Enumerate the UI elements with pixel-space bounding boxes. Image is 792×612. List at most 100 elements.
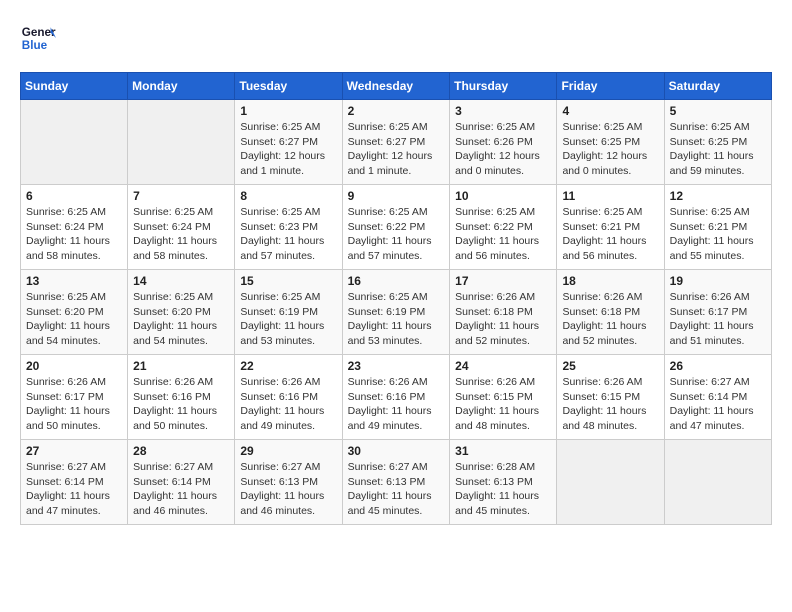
day-info: Sunrise: 6:25 AM Sunset: 6:27 PM Dayligh… bbox=[240, 120, 336, 179]
day-number: 1 bbox=[240, 104, 336, 118]
day-number: 12 bbox=[670, 189, 766, 203]
calendar-cell: 27 Sunrise: 6:27 AM Sunset: 6:14 PM Dayli… bbox=[21, 440, 128, 525]
day-info: Sunrise: 6:25 AM Sunset: 6:20 PM Dayligh… bbox=[26, 290, 122, 349]
calendar-cell bbox=[557, 440, 664, 525]
calendar-cell: 15 Sunrise: 6:25 AM Sunset: 6:19 PM Dayli… bbox=[235, 270, 342, 355]
day-info: Sunrise: 6:25 AM Sunset: 6:20 PM Dayligh… bbox=[133, 290, 229, 349]
weekday-header-sunday: Sunday bbox=[21, 73, 128, 100]
calendar-cell: 24 Sunrise: 6:26 AM Sunset: 6:15 PM Dayli… bbox=[450, 355, 557, 440]
day-info: Sunrise: 6:25 AM Sunset: 6:27 PM Dayligh… bbox=[348, 120, 445, 179]
calendar-cell: 5 Sunrise: 6:25 AM Sunset: 6:25 PM Daylig… bbox=[664, 100, 771, 185]
day-info: Sunrise: 6:26 AM Sunset: 6:18 PM Dayligh… bbox=[455, 290, 551, 349]
weekday-header-monday: Monday bbox=[128, 73, 235, 100]
day-info: Sunrise: 6:26 AM Sunset: 6:16 PM Dayligh… bbox=[240, 375, 336, 434]
day-number: 19 bbox=[670, 274, 766, 288]
weekday-header-friday: Friday bbox=[557, 73, 664, 100]
day-number: 28 bbox=[133, 444, 229, 458]
calendar-cell: 14 Sunrise: 6:25 AM Sunset: 6:20 PM Dayli… bbox=[128, 270, 235, 355]
day-info: Sunrise: 6:28 AM Sunset: 6:13 PM Dayligh… bbox=[455, 460, 551, 519]
calendar-cell: 3Sunrise: 6:25 AM Sunset: 6:26 PM Daylig… bbox=[450, 100, 557, 185]
weekday-header-tuesday: Tuesday bbox=[235, 73, 342, 100]
day-number: 29 bbox=[240, 444, 336, 458]
calendar-cell: 11 Sunrise: 6:25 AM Sunset: 6:21 PM Dayli… bbox=[557, 185, 664, 270]
calendar-cell: 6Sunrise: 6:25 AM Sunset: 6:24 PM Daylig… bbox=[21, 185, 128, 270]
calendar-cell: 19Sunrise: 6:26 AM Sunset: 6:17 PM Dayli… bbox=[664, 270, 771, 355]
day-info: Sunrise: 6:26 AM Sunset: 6:18 PM Dayligh… bbox=[562, 290, 658, 349]
page-header: General Blue bbox=[20, 20, 772, 56]
calendar-cell: 4Sunrise: 6:25 AM Sunset: 6:25 PM Daylig… bbox=[557, 100, 664, 185]
calendar-cell: 18 Sunrise: 6:26 AM Sunset: 6:18 PM Dayli… bbox=[557, 270, 664, 355]
day-number: 2 bbox=[348, 104, 445, 118]
day-info: Sunrise: 6:26 AM Sunset: 6:16 PM Dayligh… bbox=[348, 375, 445, 434]
day-info: Sunrise: 6:27 AM Sunset: 6:14 PM Dayligh… bbox=[26, 460, 122, 519]
calendar-week-5: 27 Sunrise: 6:27 AM Sunset: 6:14 PM Dayli… bbox=[21, 440, 772, 525]
day-number: 27 bbox=[26, 444, 122, 458]
day-number: 31 bbox=[455, 444, 551, 458]
weekday-header-saturday: Saturday bbox=[664, 73, 771, 100]
day-info: Sunrise: 6:25 AM Sunset: 6:22 PM Dayligh… bbox=[348, 205, 445, 264]
day-number: 30 bbox=[348, 444, 445, 458]
day-info: Sunrise: 6:26 AM Sunset: 6:15 PM Dayligh… bbox=[455, 375, 551, 434]
calendar-week-4: 20 Sunrise: 6:26 AM Sunset: 6:17 PM Dayli… bbox=[21, 355, 772, 440]
calendar-week-1: 1 Sunrise: 6:25 AM Sunset: 6:27 PM Daylig… bbox=[21, 100, 772, 185]
calendar-cell: 17 Sunrise: 6:26 AM Sunset: 6:18 PM Dayli… bbox=[450, 270, 557, 355]
day-number: 22 bbox=[240, 359, 336, 373]
day-number: 26 bbox=[670, 359, 766, 373]
calendar-week-2: 6Sunrise: 6:25 AM Sunset: 6:24 PM Daylig… bbox=[21, 185, 772, 270]
calendar-cell: 30 Sunrise: 6:27 AM Sunset: 6:13 PM Dayli… bbox=[342, 440, 450, 525]
day-number: 6 bbox=[26, 189, 122, 203]
calendar-cell: 23 Sunrise: 6:26 AM Sunset: 6:16 PM Dayli… bbox=[342, 355, 450, 440]
day-number: 13 bbox=[26, 274, 122, 288]
day-number: 14 bbox=[133, 274, 229, 288]
calendar-cell: 1 Sunrise: 6:25 AM Sunset: 6:27 PM Daylig… bbox=[235, 100, 342, 185]
day-info: Sunrise: 6:27 AM Sunset: 6:13 PM Dayligh… bbox=[240, 460, 336, 519]
day-info: Sunrise: 6:27 AM Sunset: 6:14 PM Dayligh… bbox=[133, 460, 229, 519]
calendar-cell: 31 Sunrise: 6:28 AM Sunset: 6:13 PM Dayli… bbox=[450, 440, 557, 525]
day-info: Sunrise: 6:25 AM Sunset: 6:25 PM Dayligh… bbox=[670, 120, 766, 179]
day-number: 21 bbox=[133, 359, 229, 373]
day-info: Sunrise: 6:25 AM Sunset: 6:19 PM Dayligh… bbox=[348, 290, 445, 349]
day-number: 10 bbox=[455, 189, 551, 203]
calendar-table: SundayMondayTuesdayWednesdayThursdayFrid… bbox=[20, 72, 772, 525]
day-info: Sunrise: 6:25 AM Sunset: 6:21 PM Dayligh… bbox=[670, 205, 766, 264]
calendar-cell: 7Sunrise: 6:25 AM Sunset: 6:24 PM Daylig… bbox=[128, 185, 235, 270]
day-number: 16 bbox=[348, 274, 445, 288]
calendar-cell: 12 Sunrise: 6:25 AM Sunset: 6:21 PM Dayli… bbox=[664, 185, 771, 270]
day-info: Sunrise: 6:25 AM Sunset: 6:21 PM Dayligh… bbox=[562, 205, 658, 264]
day-number: 15 bbox=[240, 274, 336, 288]
day-number: 3 bbox=[455, 104, 551, 118]
calendar-cell: 29 Sunrise: 6:27 AM Sunset: 6:13 PM Dayli… bbox=[235, 440, 342, 525]
weekday-header-thursday: Thursday bbox=[450, 73, 557, 100]
calendar-cell: 9 Sunrise: 6:25 AM Sunset: 6:22 PM Daylig… bbox=[342, 185, 450, 270]
day-number: 11 bbox=[562, 189, 658, 203]
day-number: 9 bbox=[348, 189, 445, 203]
calendar-cell: 25 Sunrise: 6:26 AM Sunset: 6:15 PM Dayli… bbox=[557, 355, 664, 440]
day-number: 18 bbox=[562, 274, 658, 288]
calendar-cell bbox=[664, 440, 771, 525]
logo: General Blue bbox=[20, 20, 60, 56]
calendar-cell: 16 Sunrise: 6:25 AM Sunset: 6:19 PM Dayli… bbox=[342, 270, 450, 355]
day-number: 20 bbox=[26, 359, 122, 373]
day-info: Sunrise: 6:25 AM Sunset: 6:22 PM Dayligh… bbox=[455, 205, 551, 264]
day-number: 24 bbox=[455, 359, 551, 373]
day-info: Sunrise: 6:27 AM Sunset: 6:14 PM Dayligh… bbox=[670, 375, 766, 434]
day-info: Sunrise: 6:26 AM Sunset: 6:17 PM Dayligh… bbox=[26, 375, 122, 434]
day-info: Sunrise: 6:25 AM Sunset: 6:23 PM Dayligh… bbox=[240, 205, 336, 264]
day-info: Sunrise: 6:25 AM Sunset: 6:19 PM Dayligh… bbox=[240, 290, 336, 349]
calendar-cell: 28 Sunrise: 6:27 AM Sunset: 6:14 PM Dayli… bbox=[128, 440, 235, 525]
day-number: 23 bbox=[348, 359, 445, 373]
day-number: 7 bbox=[133, 189, 229, 203]
calendar-cell: 8Sunrise: 6:25 AM Sunset: 6:23 PM Daylig… bbox=[235, 185, 342, 270]
calendar-cell bbox=[21, 100, 128, 185]
day-number: 5 bbox=[670, 104, 766, 118]
calendar-week-3: 13 Sunrise: 6:25 AM Sunset: 6:20 PM Dayli… bbox=[21, 270, 772, 355]
day-info: Sunrise: 6:27 AM Sunset: 6:13 PM Dayligh… bbox=[348, 460, 445, 519]
day-info: Sunrise: 6:26 AM Sunset: 6:15 PM Dayligh… bbox=[562, 375, 658, 434]
day-number: 25 bbox=[562, 359, 658, 373]
logo-icon: General Blue bbox=[20, 20, 56, 56]
calendar-header-row: SundayMondayTuesdayWednesdayThursdayFrid… bbox=[21, 73, 772, 100]
day-number: 17 bbox=[455, 274, 551, 288]
calendar-cell: 26 Sunrise: 6:27 AM Sunset: 6:14 PM Dayli… bbox=[664, 355, 771, 440]
calendar-cell: 21Sunrise: 6:26 AM Sunset: 6:16 PM Dayli… bbox=[128, 355, 235, 440]
calendar-cell: 2 Sunrise: 6:25 AM Sunset: 6:27 PM Daylig… bbox=[342, 100, 450, 185]
